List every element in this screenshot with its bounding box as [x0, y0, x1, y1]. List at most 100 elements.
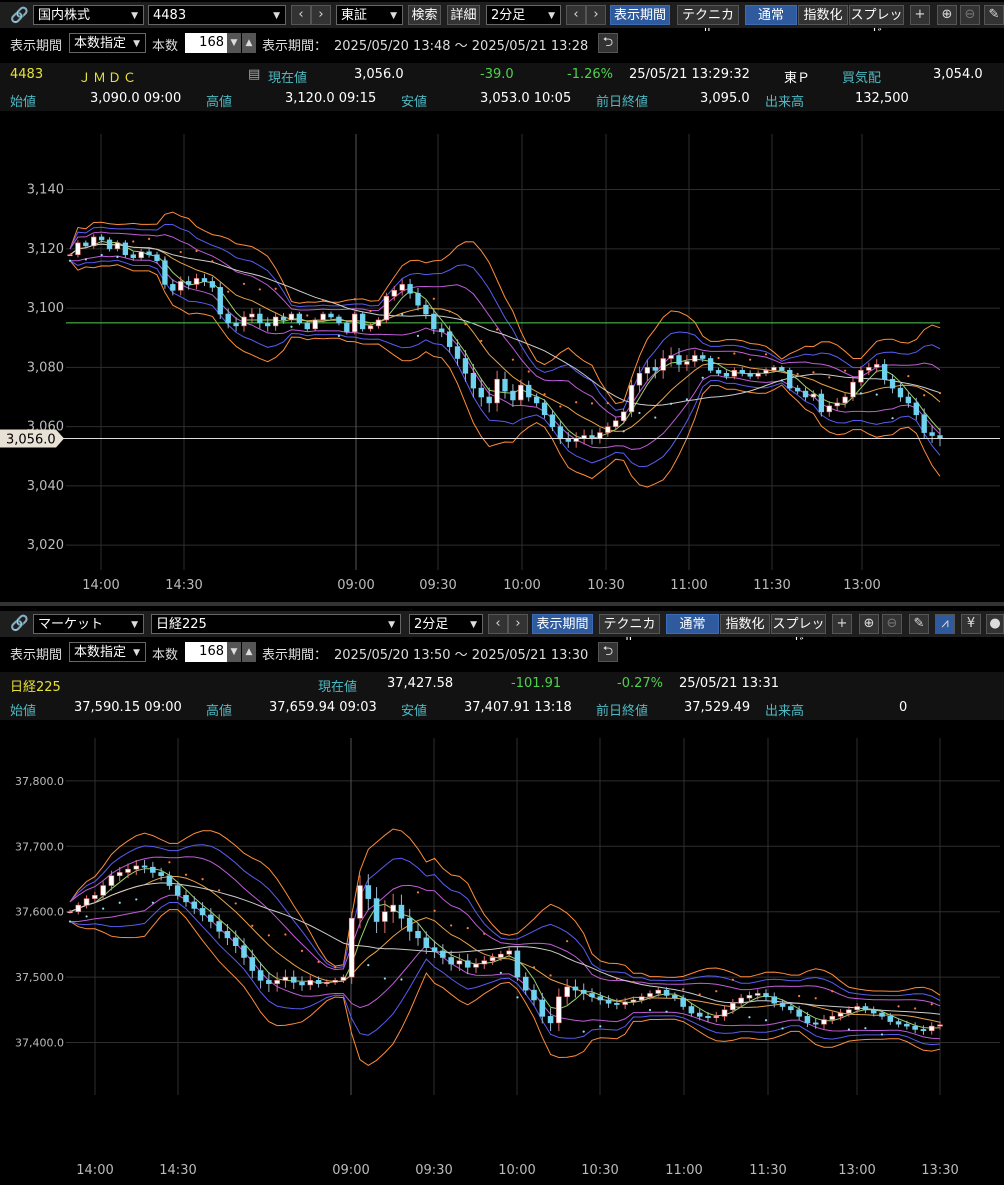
spin-up-icon[interactable]: ▲ — [242, 33, 256, 53]
x-tick-label: 11:30 — [753, 578, 790, 593]
index-select[interactable]: 日経225 ▼ — [151, 614, 401, 634]
count-input[interactable]: 168 — [185, 33, 227, 53]
indicator-icon[interactable]: ⩘ — [935, 614, 955, 634]
sar-dot — [701, 376, 704, 379]
candle-body — [700, 355, 706, 359]
prev-close-label: 前日終値 — [596, 704, 649, 719]
market-select[interactable]: マーケット ▼ — [33, 614, 144, 634]
bottom-price-chart[interactable]: 37,800.0 37,700.0 37,600.0 37,500.0 37,400.0… — [0, 722, 1004, 1185]
candle-body — [879, 1012, 885, 1017]
panel-divider[interactable] — [0, 602, 1004, 606]
chevron-down-icon: ▼ — [133, 39, 140, 49]
interval-select[interactable]: 2分足 ▼ — [409, 614, 483, 634]
current-value: 37,427.58 — [387, 676, 454, 691]
search-button[interactable]: 検索 — [408, 5, 441, 25]
spread-button[interactable]: スプレッド — [771, 614, 826, 651]
candle-body — [547, 1016, 554, 1024]
high-label: 高値 — [206, 704, 233, 719]
candle-body — [937, 1024, 943, 1027]
bottom-period-row: 表示期間 本数指定 ▼ 本数 168 ▼ ▲ 表示期間： 2025/05/20 1… — [0, 640, 1004, 664]
period-button[interactable]: 表示期間 — [532, 614, 593, 634]
pencil-icon[interactable]: ✎ — [909, 614, 929, 634]
sar-dot — [847, 1028, 850, 1031]
link-icon[interactable]: 🔗 — [10, 6, 29, 24]
interval-select[interactable]: 2分足 ▼ — [486, 5, 561, 25]
x-tick-label: 10:00 — [503, 578, 540, 593]
yen-icon[interactable]: ¥ — [961, 614, 981, 634]
plus-icon[interactable]: + — [910, 5, 930, 25]
period-mode-select[interactable]: 本数指定 ▼ — [69, 642, 146, 662]
candle-body — [216, 921, 222, 932]
count-input[interactable]: 168 — [185, 642, 227, 662]
candle-body — [454, 346, 461, 359]
candle-body — [106, 239, 113, 250]
candle-body — [912, 1025, 918, 1030]
candle-body — [763, 370, 769, 374]
candle-body — [75, 242, 81, 256]
spread-button[interactable]: スプレッド — [849, 5, 904, 42]
candle-body — [826, 405, 832, 413]
prev-arrow-icon[interactable]: ‹ — [291, 5, 311, 25]
candle-body — [755, 372, 761, 377]
y-tick-label: 37,600.0 — [15, 906, 64, 919]
sar-dot — [227, 290, 230, 293]
candle-body — [881, 364, 888, 380]
sar-dot — [606, 402, 609, 405]
candle-body — [895, 1021, 902, 1025]
next-arrow-icon[interactable]: › — [508, 614, 528, 634]
candle-body — [779, 367, 785, 371]
zoom-out-icon[interactable]: ⊖ — [882, 614, 902, 634]
spin-down-icon[interactable]: ▼ — [227, 642, 241, 662]
change-pct: -0.27% — [617, 676, 663, 691]
link-icon[interactable]: 🔗 — [10, 614, 29, 632]
chevron-down-icon: ▼ — [131, 11, 138, 21]
next-arrow-icon[interactable]: › — [586, 5, 606, 25]
market-select[interactable]: 国内株式 ▼ — [33, 5, 144, 25]
candle-body — [257, 970, 264, 981]
normal-button[interactable]: 通常 — [745, 5, 797, 25]
prev-arrow-icon[interactable]: ‹ — [488, 614, 508, 634]
exchange-select[interactable]: 東証 ▼ — [336, 5, 403, 25]
technical-button[interactable]: テクニカル — [677, 5, 739, 42]
normal-button[interactable]: 通常 — [666, 614, 719, 634]
sar-dot — [812, 371, 815, 374]
return-icon[interactable]: ⮌ — [598, 33, 618, 53]
sar-dot — [321, 299, 325, 302]
pencil-icon[interactable]: ✎ — [984, 5, 1004, 25]
sar-dot — [132, 240, 135, 243]
zoom-out-icon[interactable]: ⊖ — [960, 5, 980, 25]
top-price-chart[interactable]: 3,1403,1203,1003,0803,0603,0403,02014:00… — [0, 111, 1004, 601]
candle-body — [763, 993, 769, 998]
candle-body — [185, 281, 192, 285]
sar-dot — [582, 1030, 585, 1033]
spin-down-icon[interactable]: ▼ — [227, 33, 241, 53]
next-arrow-icon[interactable]: › — [311, 5, 331, 25]
return-icon[interactable]: ⮌ — [598, 642, 618, 662]
candle-body — [439, 328, 445, 333]
candle-body — [241, 945, 247, 958]
period-mode-select[interactable]: 本数指定 ▼ — [69, 33, 146, 53]
candle-body — [929, 432, 935, 436]
period-button[interactable]: 表示期間 — [610, 5, 670, 25]
sar-dot — [400, 978, 403, 981]
prev-arrow-icon[interactable]: ‹ — [566, 5, 586, 25]
technical-button[interactable]: テクニカル — [599, 614, 660, 651]
detail-button[interactable]: 詳細 — [447, 5, 480, 25]
spin-up-icon[interactable]: ▲ — [242, 642, 256, 662]
plus-icon[interactable]: + — [832, 614, 852, 634]
code-select[interactable]: 4483 ▼ — [148, 5, 286, 25]
document-icon[interactable]: ▤ — [248, 67, 260, 82]
settings-icon[interactable]: ● — [986, 614, 1004, 634]
candle-body — [390, 904, 396, 912]
candle-body — [456, 960, 463, 965]
index-button[interactable]: 指数化 — [798, 5, 848, 25]
high-value: 3,120.0 09:15 — [285, 91, 377, 106]
zoom-in-icon[interactable]: ⊕ — [937, 5, 957, 25]
candle-body — [870, 1009, 877, 1014]
sar-dot — [516, 996, 519, 999]
index-button[interactable]: 指数化 — [720, 614, 770, 634]
stock-name: ＪＭＤＣ — [78, 71, 139, 86]
sar-dot — [814, 997, 817, 1000]
zoom-in-icon[interactable]: ⊕ — [859, 614, 879, 634]
candle-body — [506, 950, 512, 955]
